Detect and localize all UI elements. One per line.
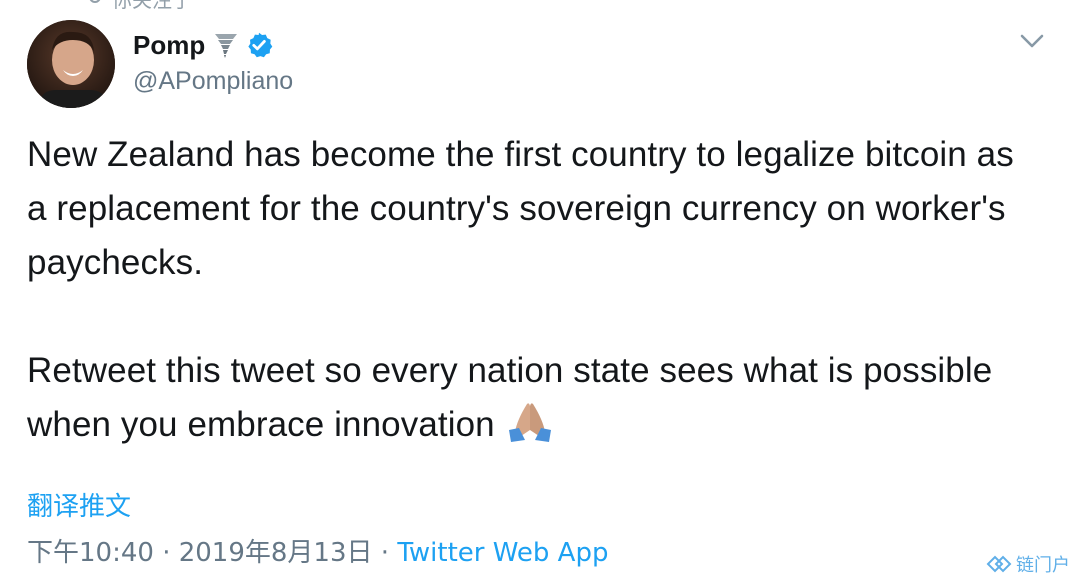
translate-tweet-link[interactable]: 翻译推文: [27, 486, 131, 523]
folded-hands-emoji-icon: [508, 403, 551, 442]
tornado-emoji-icon: [215, 34, 238, 58]
watermark-logo-icon: [986, 555, 1012, 573]
watermark: 链门户: [986, 551, 1070, 577]
tweet-paragraph: Retweet this tweet so every nation state…: [27, 351, 993, 444]
search-icon: [89, 0, 101, 3]
display-name[interactable]: Pomp: [133, 30, 205, 61]
tweet-body: New Zealand has become the first country…: [27, 128, 1037, 452]
social-context: 你关注了: [88, 0, 192, 12]
avatar[interactable]: [27, 20, 115, 108]
chevron-down-icon[interactable]: [1017, 26, 1047, 56]
watermark-label: 链门户: [1016, 555, 1070, 576]
timestamp[interactable]: 下午10:40 · 2019年8月13日: [27, 538, 373, 568]
tweet-meta: 下午10:40 · 2019年8月13日 · Twitter Web App: [27, 532, 608, 569]
source-link[interactable]: Twitter Web App: [397, 538, 608, 568]
author-info: Pomp @APompliano: [133, 28, 293, 96]
tweet-header: Pomp @APompliano: [27, 20, 1053, 110]
social-context-label: 你关注了: [112, 0, 192, 12]
verified-badge-icon: [248, 32, 273, 58]
user-handle[interactable]: @APompliano: [133, 67, 293, 96]
meta-separator: ·: [372, 538, 398, 568]
tweet-paragraph: New Zealand has become the first country…: [27, 135, 1014, 282]
